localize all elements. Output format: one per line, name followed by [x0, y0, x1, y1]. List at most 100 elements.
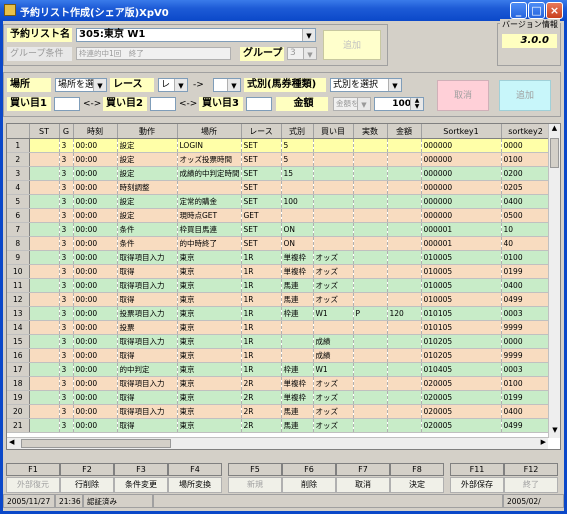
table-cell[interactable]: SET	[241, 222, 282, 237]
table-cell[interactable]: 3	[59, 292, 74, 307]
list-name-combo[interactable]: 305:東京 W1 ▼	[76, 28, 316, 42]
table-cell[interactable]: 020005	[421, 418, 502, 433]
table-cell[interactable]	[353, 138, 388, 153]
table-cell[interactable]: 東京	[177, 306, 242, 321]
table-cell[interactable]	[387, 418, 422, 433]
table-cell[interactable]	[313, 180, 354, 195]
table-cell[interactable]: オッズ	[313, 264, 354, 279]
table-cell[interactable]: 00:00	[73, 362, 118, 377]
fkey-button[interactable]: 条件変更	[114, 477, 168, 493]
table-cell[interactable]: 00:00	[73, 320, 118, 335]
table-cell[interactable]: 000000	[421, 166, 502, 181]
column-header[interactable]: 金額	[387, 124, 422, 139]
table-cell[interactable]: 取得	[117, 418, 178, 433]
place-select[interactable]: 場所を選 ▼	[55, 78, 107, 92]
table-cell[interactable]: 1R	[241, 320, 282, 335]
table-cell[interactable]: 10	[501, 222, 551, 237]
table-row[interactable]: 8 3 00:00 条件 的中時終了 SET ON 000001 40	[7, 236, 551, 251]
table-cell[interactable]	[353, 292, 388, 307]
table-cell[interactable]	[29, 264, 60, 279]
table-cell[interactable]	[29, 152, 60, 167]
table-cell[interactable]	[353, 376, 388, 391]
fkey-button[interactable]: 外部復元	[6, 477, 60, 493]
table-cell[interactable]: 1R	[241, 278, 282, 293]
table-cell[interactable]: 取得項目入力	[117, 376, 178, 391]
table-cell[interactable]: 0000	[501, 138, 551, 153]
table-cell[interactable]	[313, 138, 354, 153]
table-cell[interactable]	[353, 390, 388, 405]
table-cell[interactable]	[353, 334, 388, 349]
fkey-button[interactable]: 終了	[504, 477, 558, 493]
row-number[interactable]: 4	[7, 180, 30, 195]
h-scroll-thumb[interactable]	[21, 439, 171, 448]
table-cell[interactable]	[387, 404, 422, 419]
vertical-scrollbar[interactable]: ▲ ▼	[548, 124, 560, 438]
table-cell[interactable]: オッズ	[313, 278, 354, 293]
table-cell[interactable]: オッズ	[313, 292, 354, 307]
table-cell[interactable]: 東京	[177, 292, 242, 307]
column-header[interactable]: sortkey2	[501, 124, 551, 139]
table-cell[interactable]: 1R	[241, 348, 282, 363]
row-number[interactable]: 8	[7, 236, 30, 251]
table-cell[interactable]: 2R	[241, 390, 282, 405]
buy1-input[interactable]	[54, 97, 80, 111]
table-cell[interactable]	[387, 250, 422, 265]
table-cell[interactable]: 010005	[421, 250, 502, 265]
row-number[interactable]: 9	[7, 250, 30, 265]
table-cell[interactable]: 1R	[241, 334, 282, 349]
table-row[interactable]: 20 3 00:00 取得項目入力 東京 2R 馬連 オッズ 020005 0400	[7, 404, 551, 419]
table-cell[interactable]: 3	[59, 194, 74, 209]
table-cell[interactable]: 取得項目入力	[117, 334, 178, 349]
table-cell[interactable]: 100	[281, 194, 314, 209]
row-number[interactable]: 12	[7, 292, 30, 307]
row-number[interactable]: 17	[7, 362, 30, 377]
table-cell[interactable]	[313, 152, 354, 167]
fkey-button[interactable]: 決定	[390, 477, 444, 493]
table-cell[interactable]: SET	[241, 180, 282, 195]
table-cell[interactable]: 010205	[421, 348, 502, 363]
fkey-button[interactable]: 外部保存	[450, 477, 504, 493]
table-cell[interactable]: 3	[59, 376, 74, 391]
table-cell[interactable]: ON	[281, 236, 314, 251]
table-cell[interactable]	[29, 320, 60, 335]
table-cell[interactable]	[353, 194, 388, 209]
table-cell[interactable]: 枠連	[281, 362, 314, 377]
table-cell[interactable]: 00:00	[73, 222, 118, 237]
table-cell[interactable]: 00:00	[73, 334, 118, 349]
table-cell[interactable]: 3	[59, 418, 74, 433]
table-cell[interactable]: 010205	[421, 334, 502, 349]
add-group-button[interactable]: 追加	[323, 30, 381, 60]
table-cell[interactable]: LOGIN	[177, 138, 242, 153]
table-cell[interactable]: 000000	[421, 180, 502, 195]
table-cell[interactable]: W1	[313, 306, 354, 321]
group-combo[interactable]: 3 ▼	[287, 47, 317, 60]
table-cell[interactable]: 3	[59, 362, 74, 377]
row-number[interactable]: 1	[7, 138, 30, 153]
table-cell[interactable]: SET	[241, 166, 282, 181]
table-cell[interactable]: 40	[501, 236, 551, 251]
table-cell[interactable]: 東京	[177, 376, 242, 391]
table-row[interactable]: 12 3 00:00 取得 東京 1R 馬連 オッズ 010005 0499	[7, 292, 551, 307]
table-cell[interactable]: 0199	[501, 264, 551, 279]
table-cell[interactable]	[387, 236, 422, 251]
table-cell[interactable]	[387, 334, 422, 349]
table-cell[interactable]: 馬連	[281, 404, 314, 419]
add-button[interactable]: 追加	[499, 80, 551, 111]
table-cell[interactable]: 枠買目馬連	[177, 222, 242, 237]
table-cell[interactable]: オッズ	[313, 390, 354, 405]
table-cell[interactable]: 00:00	[73, 166, 118, 181]
table-cell[interactable]: 定常的購金	[177, 194, 242, 209]
column-header[interactable]: 式別	[281, 124, 314, 139]
table-cell[interactable]: 取得	[117, 348, 178, 363]
table-row[interactable]: 11 3 00:00 取得項目入力 東京 1R 馬連 オッズ 010005 0400	[7, 278, 551, 293]
table-cell[interactable]: 馬連	[281, 292, 314, 307]
table-cell[interactable]	[353, 348, 388, 363]
table-cell[interactable]	[281, 320, 314, 335]
table-cell[interactable]	[313, 194, 354, 209]
table-cell[interactable]	[387, 292, 422, 307]
table-cell[interactable]: SET	[241, 194, 282, 209]
table-cell[interactable]: 東京	[177, 418, 242, 433]
table-cell[interactable]: 東京	[177, 334, 242, 349]
row-number[interactable]: 3	[7, 166, 30, 181]
table-cell[interactable]: 3	[59, 166, 74, 181]
